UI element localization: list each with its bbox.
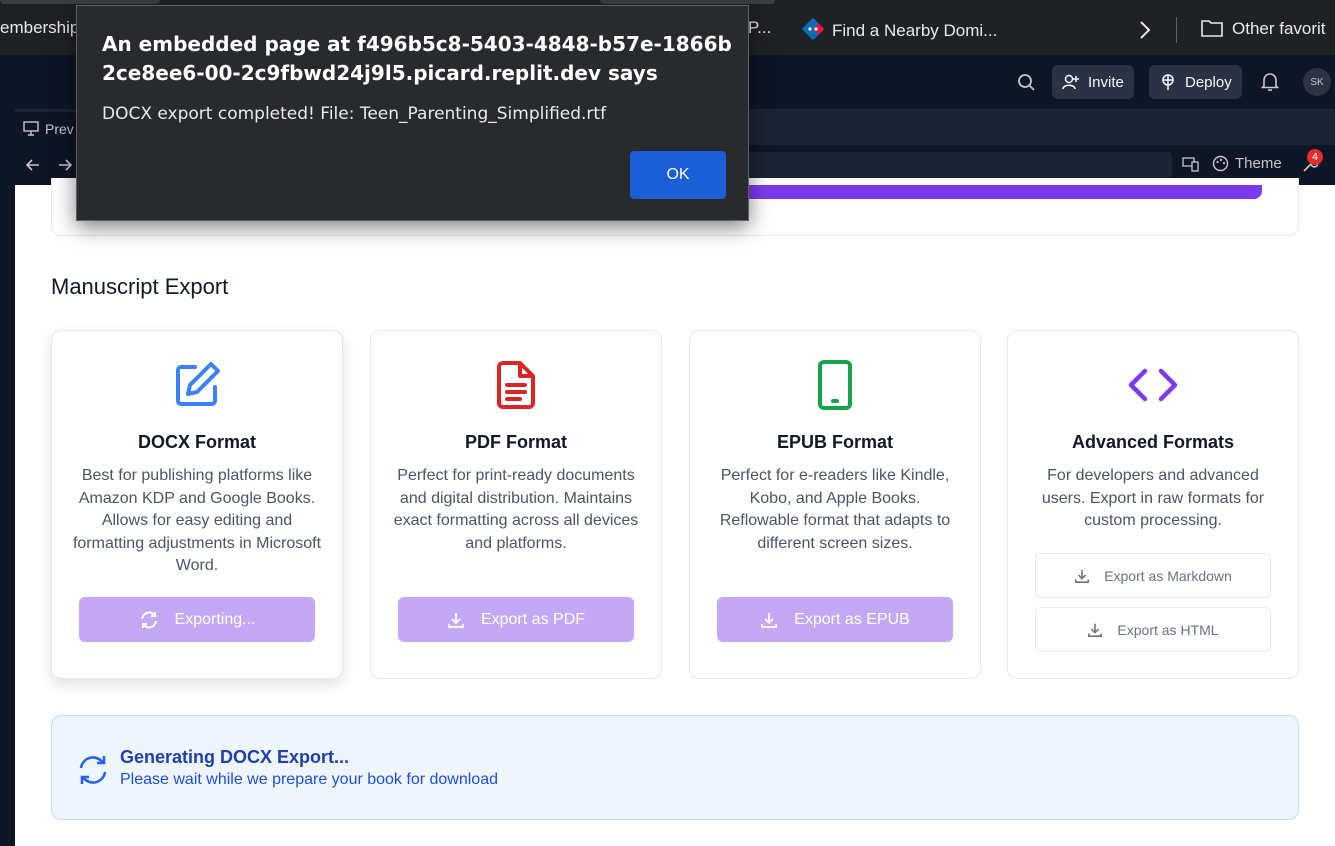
deploy-icon — [1162, 74, 1174, 90]
docx-title: DOCX Format — [137, 432, 256, 452]
palette-icon — [1212, 155, 1229, 172]
epub-card: EPUB Format Perfect for e-readers like K… — [689, 330, 981, 679]
tab-edge[interactable] — [0, 0, 160, 4]
tab-preview-label: Prev — [45, 120, 74, 137]
left-rail — [0, 109, 15, 846]
primary-action-button[interactable] — [740, 185, 1262, 199]
edit-icon — [176, 362, 220, 406]
dominos-icon — [802, 18, 825, 40]
devices-icon[interactable] — [1182, 156, 1199, 172]
advanced-title: Advanced Formats — [1071, 432, 1235, 452]
export-status-banner: Generating DOCX Export... Please wait wh… — [51, 715, 1299, 820]
epub-description: Perfect for e-readers like Kindle, Kobo,… — [719, 467, 951, 552]
pdf-button-label: Export as PDF — [480, 610, 586, 628]
theme-button[interactable]: Theme — [1212, 155, 1282, 172]
bookmark-dominos-label: Find a Nearby Domi... — [832, 21, 998, 40]
download-icon — [1088, 623, 1103, 637]
pdf-title: PDF Format — [464, 432, 567, 452]
deploy-button[interactable]: Deploy — [1149, 65, 1242, 99]
bookmarks-divider — [1176, 17, 1177, 43]
folder-icon — [1201, 20, 1223, 37]
chevron-right-icon[interactable] — [1137, 20, 1153, 40]
download-icon — [761, 612, 778, 628]
docx-button-label: Exporting... — [174, 610, 256, 628]
bookmark-other-favorites-label: Other favorit — [1232, 19, 1326, 38]
export-html-button[interactable]: Export as HTML — [1035, 607, 1271, 652]
monitor-icon — [23, 121, 39, 136]
html-button-label: Export as HTML — [1117, 621, 1219, 638]
export-epub-button[interactable]: Export as EPUB — [717, 597, 953, 642]
tab-edge[interactable] — [600, 0, 775, 4]
pdf-description: Perfect for print-ready documents and di… — [393, 467, 639, 552]
refresh-icon — [79, 756, 107, 784]
add-user-icon — [1062, 74, 1079, 90]
bookmark-dominos[interactable]: Find a Nearby Domi... — [802, 18, 997, 41]
advanced-card: Advanced Formats For developers and adva… — [1007, 330, 1299, 679]
docx-description: Best for publishing platforms like Amazo… — [72, 467, 322, 574]
download-icon — [1075, 569, 1090, 583]
dialog-title: An embedded page at f496b5c8-5403-4848-b… — [102, 32, 732, 85]
invite-label: Invite — [1088, 73, 1124, 91]
deploy-label: Deploy — [1185, 73, 1232, 91]
export-pdf-button[interactable]: Export as PDF — [398, 597, 634, 642]
invite-button[interactable]: Invite — [1052, 65, 1134, 99]
epub-title: EPUB Format — [776, 432, 893, 452]
bookmark-truncated[interactable]: P... — [748, 18, 771, 38]
docx-card: DOCX Format Best for publishing platform… — [51, 330, 343, 679]
url-bar[interactable] — [740, 152, 1172, 178]
forward-arrow-icon[interactable] — [57, 157, 73, 173]
docx-exporting-button[interactable]: Exporting... — [79, 597, 315, 642]
notification-badge: 4 — [1307, 149, 1323, 165]
theme-label: Theme — [1235, 155, 1282, 172]
markdown-button-label: Export as Markdown — [1104, 567, 1232, 584]
export-markdown-button[interactable]: Export as Markdown — [1035, 553, 1271, 598]
status-title: Generating DOCX Export... — [120, 747, 350, 767]
advanced-description: For developers and advanced users. Expor… — [1041, 467, 1265, 529]
section-title: Manuscript Export — [51, 274, 229, 299]
code-icon — [1128, 368, 1178, 402]
ok-button[interactable]: OK — [630, 151, 726, 199]
status-subtitle: Please wait while we prepare your book f… — [120, 771, 498, 788]
epub-button-label: Export as EPUB — [794, 610, 910, 628]
avatar[interactable]: SK — [1303, 68, 1331, 96]
dialog-message: DOCX export completed! File: Teen_Parent… — [102, 104, 607, 124]
refresh-icon — [140, 611, 157, 628]
pdf-card: PDF Format Perfect for print-ready docum… — [370, 330, 662, 679]
file-text-icon — [497, 361, 535, 409]
bookmark-other-favorites[interactable]: Other favorit — [1200, 18, 1326, 39]
alert-dialog: An embedded page at f496b5c8-5403-4848-b… — [76, 5, 749, 221]
search-icon[interactable] — [1017, 73, 1036, 92]
tablet-icon — [818, 360, 852, 410]
back-arrow-icon[interactable] — [25, 157, 41, 173]
bookmark-membership[interactable]: embership — [0, 18, 79, 38]
download-icon — [448, 612, 464, 628]
bell-icon[interactable] — [1261, 72, 1279, 92]
